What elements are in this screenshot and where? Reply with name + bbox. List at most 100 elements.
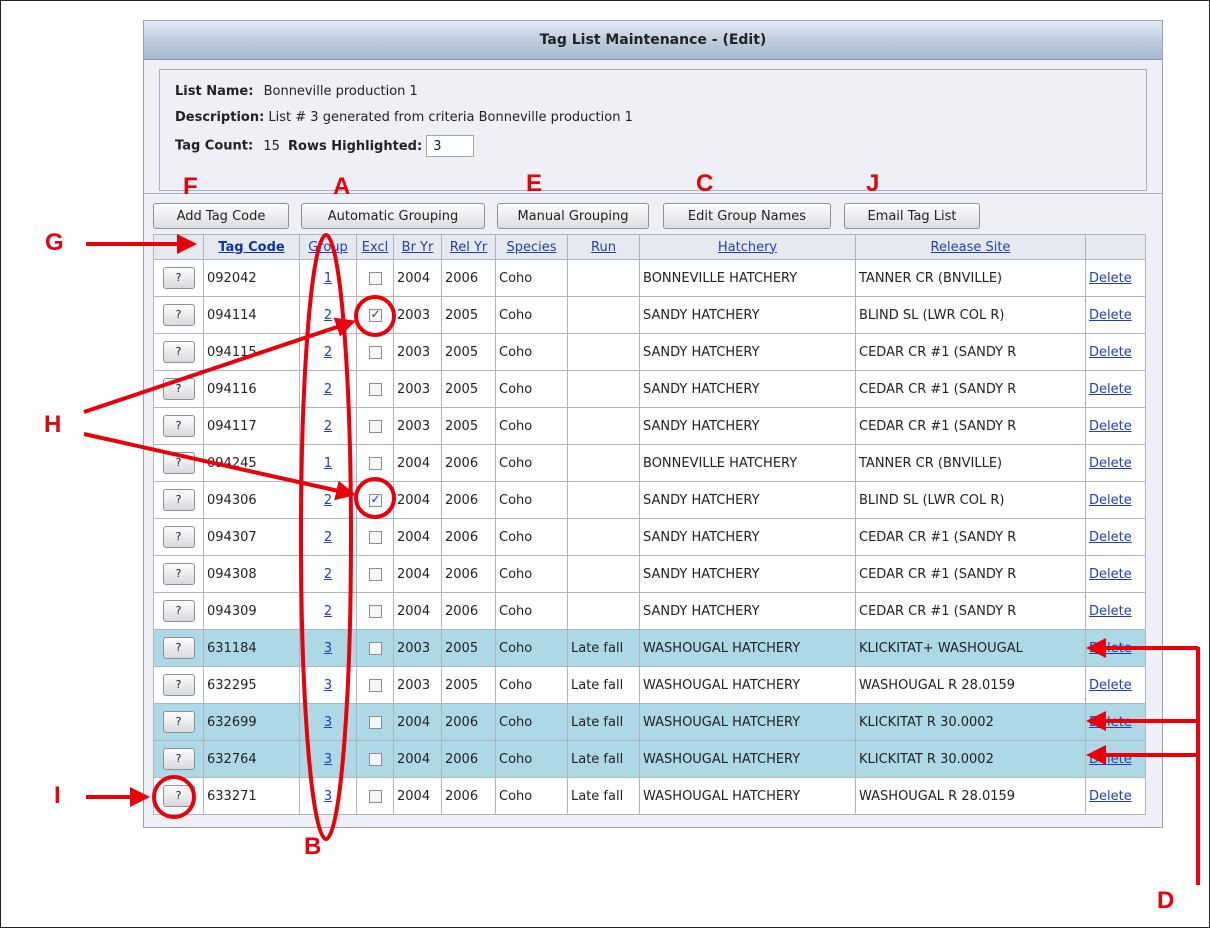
delete-link[interactable]: Delete: [1089, 678, 1132, 693]
rows-highlighted-field[interactable]: 3: [426, 135, 475, 157]
group-link[interactable]: 2: [324, 530, 332, 545]
description-value: List # 3 generated from criteria Bonnevi…: [268, 110, 633, 125]
group-link[interactable]: 1: [324, 456, 332, 471]
row-help-button[interactable]: ?: [162, 600, 195, 622]
exclude-checkbox[interactable]: [368, 567, 382, 581]
row-help-button[interactable]: ?: [162, 378, 195, 400]
header-rel-yr[interactable]: Rel Yr: [441, 234, 496, 260]
automatic-grouping-button[interactable]: Automatic Grouping: [301, 203, 485, 229]
row-help-button[interactable]: ?: [162, 526, 195, 548]
release-site-cell: CEDAR CR #1 (SANDY R: [855, 592, 1086, 630]
delete-link[interactable]: Delete: [1089, 308, 1132, 323]
row-help-button[interactable]: ?: [162, 637, 195, 659]
header-hatchery[interactable]: Hatchery: [639, 234, 856, 260]
release-site-cell: TANNER CR (BNVILLE): [855, 444, 1086, 482]
delete-link[interactable]: Delete: [1089, 271, 1132, 286]
delete-link[interactable]: Delete: [1089, 345, 1132, 360]
exclude-checkbox[interactable]: [368, 456, 382, 470]
manual-grouping-button[interactable]: Manual Grouping: [497, 203, 649, 229]
delete-link[interactable]: Delete: [1089, 456, 1132, 471]
header-run[interactable]: Run: [567, 234, 640, 260]
tag-count-label: Tag Count:: [175, 138, 254, 154]
row-help-button[interactable]: ?: [162, 415, 195, 437]
excl-cell: [356, 740, 394, 778]
group-cell: 2: [299, 518, 357, 556]
rel-yr-cell: 2006: [441, 740, 496, 778]
table-row: ? 094309 2 2004 2006 Coho SANDY HATCHERY CEDAR …: [153, 592, 1146, 630]
group-link[interactable]: 3: [324, 752, 332, 767]
group-cell: 2: [299, 592, 357, 630]
delete-link[interactable]: Delete: [1089, 419, 1132, 434]
delete-link[interactable]: Delete: [1089, 715, 1132, 730]
header-group[interactable]: Group: [299, 234, 357, 260]
row-help-button[interactable]: ?: [162, 748, 195, 770]
edit-group-names-button[interactable]: Edit Group Names: [663, 203, 831, 229]
rel-yr-cell: 2006: [441, 518, 496, 556]
tag-code-cell: 094307: [203, 518, 300, 556]
group-link[interactable]: 2: [324, 382, 332, 397]
table-header-row: Tag Code Group Excl Br Yr Rel Yr Species…: [153, 234, 1146, 260]
exclude-checkbox[interactable]: [368, 530, 382, 544]
group-link[interactable]: 2: [324, 604, 332, 619]
delete-cell: Delete: [1085, 740, 1146, 778]
email-tag-list-button[interactable]: Email Tag List: [844, 203, 980, 229]
exclude-checkbox[interactable]: [368, 271, 382, 285]
row-help-button[interactable]: ?: [162, 785, 195, 807]
group-link[interactable]: 3: [324, 715, 332, 730]
exclude-checkbox[interactable]: [368, 307, 382, 322]
row-help-button[interactable]: ?: [162, 489, 195, 511]
row-help-button[interactable]: ?: [162, 452, 195, 474]
exclude-checkbox[interactable]: [368, 752, 382, 766]
row-help-button[interactable]: ?: [162, 563, 195, 585]
group-link[interactable]: 2: [324, 345, 332, 360]
group-link[interactable]: 2: [324, 493, 332, 508]
delete-link[interactable]: Delete: [1089, 752, 1132, 767]
group-link[interactable]: 3: [324, 641, 332, 656]
br-yr-cell: 2003: [393, 407, 442, 445]
exclude-checkbox[interactable]: [368, 678, 382, 692]
group-link[interactable]: 1: [324, 271, 332, 286]
exclude-checkbox[interactable]: [368, 419, 382, 433]
br-yr-cell: 2004: [393, 481, 442, 519]
header-release-site[interactable]: Release Site: [855, 234, 1086, 260]
add-tag-code-button[interactable]: Add Tag Code: [153, 203, 289, 229]
header-species[interactable]: Species: [495, 234, 568, 260]
rel-yr-cell: 2006: [441, 592, 496, 630]
rel-yr-cell: 2005: [441, 666, 496, 704]
tag-list-panel: Tag List Maintenance - (Edit) List Name:…: [143, 20, 1163, 828]
delete-link[interactable]: Delete: [1089, 641, 1132, 656]
row-help-button[interactable]: ?: [162, 341, 195, 363]
delete-link[interactable]: Delete: [1089, 789, 1132, 804]
group-link[interactable]: 2: [324, 419, 332, 434]
header-excl[interactable]: Excl: [356, 234, 394, 260]
row-help-button[interactable]: ?: [162, 267, 195, 289]
delete-link[interactable]: Delete: [1089, 382, 1132, 397]
annotation-e: E: [526, 170, 543, 197]
delete-link[interactable]: Delete: [1089, 530, 1132, 545]
exclude-checkbox[interactable]: [368, 382, 382, 396]
species-cell: Coho: [495, 481, 568, 519]
hatchery-cell: SANDY HATCHERY: [639, 407, 856, 445]
exclude-checkbox[interactable]: [368, 789, 382, 803]
group-link[interactable]: 2: [324, 308, 332, 323]
exclude-checkbox[interactable]: [368, 492, 382, 507]
delete-link[interactable]: Delete: [1089, 604, 1132, 619]
exclude-checkbox[interactable]: [368, 345, 382, 359]
exclude-checkbox[interactable]: [368, 604, 382, 618]
group-link[interactable]: 2: [324, 567, 332, 582]
row-help-button[interactable]: ?: [162, 304, 195, 326]
row-help-button[interactable]: ?: [162, 711, 195, 733]
group-link[interactable]: 3: [324, 678, 332, 693]
hatchery-cell: SANDY HATCHERY: [639, 370, 856, 408]
delete-link[interactable]: Delete: [1089, 493, 1132, 508]
exclude-checkbox[interactable]: [368, 641, 382, 655]
delete-link[interactable]: Delete: [1089, 567, 1132, 582]
header-tag-code[interactable]: Tag Code: [203, 234, 300, 260]
excl-cell: [356, 296, 394, 334]
header-br-yr[interactable]: Br Yr: [393, 234, 442, 260]
tag-code-cell: 094245: [203, 444, 300, 482]
row-help-button[interactable]: ?: [162, 674, 195, 696]
row-help-cell: ?: [153, 703, 204, 741]
exclude-checkbox[interactable]: [368, 715, 382, 729]
group-link[interactable]: 3: [324, 789, 332, 804]
